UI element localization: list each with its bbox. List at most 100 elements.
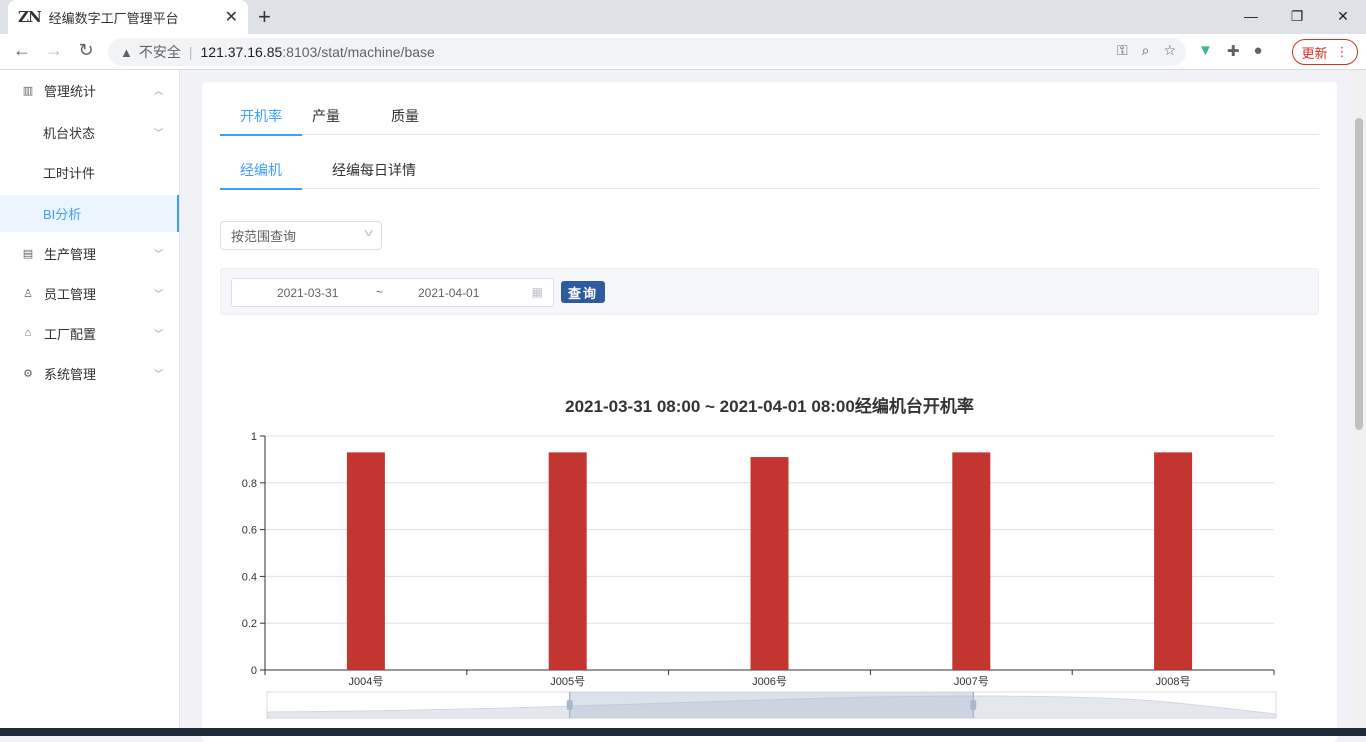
tab-quality[interactable]: 质量 bbox=[357, 98, 429, 135]
y-tick-label: 0.4 bbox=[242, 571, 257, 583]
sidebar-item-label: 生产管理 bbox=[44, 246, 97, 262]
bar bbox=[548, 452, 587, 670]
scrollbar-thumb[interactable] bbox=[1355, 118, 1363, 430]
x-tick-label: J006号 bbox=[752, 675, 787, 688]
sidebar-item-label: 管理统计 bbox=[44, 83, 97, 99]
utilization-bar-chart: 0 0.2 0.4 0.6 0.8 1 J004号 J005号 J006号 J007号 J008号 bbox=[242, 431, 1277, 719]
sidebar: ▥ 管理统计 ︿ 机台状态 ﹀ 工时计件 BI分析 ▤ 生产管理 ﹀ ♙ 员工管… bbox=[0, 70, 180, 736]
os-taskbar bbox=[0, 728, 1366, 736]
chevron-down-icon: ﹀ bbox=[153, 248, 163, 259]
tab-output[interactable]: 产量 bbox=[302, 98, 357, 135]
tab-utilization[interactable]: 开机率 bbox=[220, 98, 302, 136]
tab-title: 经编数字工厂管理平台 bbox=[48, 10, 179, 26]
tab-warp-knitting-machine[interactable]: 经编机 bbox=[220, 152, 302, 190]
date-range-picker[interactable]: 2021-03-31 ~ 2021-04-01 ▦ bbox=[231, 278, 554, 307]
window-controls: — ❐ ✕ bbox=[1228, 0, 1366, 32]
user-icon: ♙ bbox=[23, 287, 33, 300]
new-tab-icon[interactable]: + bbox=[258, 4, 271, 30]
extensions-puzzle-icon[interactable]: ✚ bbox=[1227, 42, 1240, 60]
minimize-icon[interactable]: — bbox=[1228, 0, 1274, 32]
y-tick-label: 0.8 bbox=[242, 478, 257, 490]
y-tick-label: 0.2 bbox=[242, 618, 257, 630]
more-menu-icon: ⋮ bbox=[1335, 44, 1349, 59]
query-button[interactable]: 查询 bbox=[561, 281, 605, 303]
sidebar-item-label: 员工管理 bbox=[44, 286, 97, 302]
sidebar-item-production[interactable]: ▤ 生产管理 ﹀ bbox=[0, 233, 179, 273]
browser-tab-strip: ZN 经编数字工厂管理平台 ✕ + — ❐ ✕ bbox=[0, 0, 1366, 34]
update-button[interactable]: 更新 ⋮ bbox=[1292, 39, 1358, 65]
bar bbox=[750, 457, 789, 670]
x-tick-label: J005号 bbox=[550, 675, 585, 688]
chevron-down-icon: ﹀ bbox=[153, 288, 163, 299]
bar bbox=[346, 452, 385, 670]
profile-avatar-icon[interactable]: ● bbox=[1253, 42, 1262, 60]
bookmark-star-icon[interactable]: ☆ bbox=[1163, 42, 1176, 59]
warning-icon[interactable]: ▲ bbox=[120, 45, 133, 60]
end-date[interactable]: 2021-04-01 bbox=[418, 286, 479, 300]
bar-chart-icon: ▥ bbox=[22, 84, 34, 97]
zoom-slider-handle-grip bbox=[566, 700, 573, 710]
y-tick-label: 0 bbox=[251, 665, 257, 677]
zoom-slider-handle-grip bbox=[970, 700, 977, 710]
url-path: :8103/stat/machine/base bbox=[282, 44, 435, 60]
chart-title: 2021-03-31 08:00 ~ 2021-04-01 08:00经编机台开… bbox=[565, 397, 974, 416]
reload-icon[interactable]: ↻ bbox=[74, 40, 98, 61]
forward-icon[interactable]: → bbox=[42, 40, 66, 61]
browser-toolbar: ← → ↻ ▲ 不安全 | 121.37.16.85:8103/stat/mac… bbox=[0, 34, 1366, 70]
sidebar-item-label: 工厂配置 bbox=[44, 326, 97, 342]
bar bbox=[952, 452, 991, 670]
y-tick-label: 1 bbox=[251, 431, 257, 443]
sidebar-item-label: 系统管理 bbox=[44, 366, 97, 382]
vue-devtools-icon[interactable]: ▼ bbox=[1198, 42, 1213, 60]
bar bbox=[1154, 452, 1193, 670]
sidebar-item-piecework[interactable]: 工时计件 bbox=[0, 152, 179, 192]
page-scrollbar[interactable] bbox=[1352, 70, 1366, 730]
extension-icons: ▼ ✚ ● bbox=[1198, 42, 1263, 60]
sidebar-item-factory-config[interactable]: ⌂ 工厂配置 ﹀ bbox=[0, 313, 179, 353]
sidebar-item-machine-status[interactable]: 机台状态 ﹀ bbox=[0, 112, 179, 152]
chevron-down-icon: ﹀ bbox=[153, 127, 163, 138]
address-bar[interactable]: ▲ 不安全 | 121.37.16.85:8103/stat/machine/b… bbox=[108, 38, 1186, 66]
sidebar-item-employees[interactable]: ♙ 员工管理 ﹀ bbox=[0, 273, 179, 313]
start-date[interactable]: 2021-03-31 bbox=[277, 286, 338, 300]
sidebar-item-label: 工时计件 bbox=[43, 165, 96, 181]
query-mode-select[interactable]: 按范围查询 v bbox=[220, 221, 382, 250]
url-host: 121.37.16.85 bbox=[200, 44, 283, 60]
document-icon: ▤ bbox=[22, 247, 34, 260]
x-tick-label: J007号 bbox=[954, 675, 989, 688]
sidebar-item-bi-analysis[interactable]: BI分析 bbox=[0, 195, 179, 232]
date-separator: ~ bbox=[376, 285, 384, 299]
select-value: 按范围查询 bbox=[231, 229, 297, 244]
sidebar-item-system[interactable]: ⚙ 系统管理 ﹀ bbox=[0, 353, 179, 393]
zoom-slider-window bbox=[569, 692, 974, 718]
site-favicon: ZN bbox=[18, 8, 42, 26]
calendar-icon[interactable]: ▦ bbox=[532, 285, 543, 299]
sidebar-item-label: 机台状态 bbox=[43, 125, 96, 141]
restore-icon[interactable]: ❐ bbox=[1274, 0, 1320, 32]
browser-tab[interactable]: ZN 经编数字工厂管理平台 ✕ bbox=[8, 0, 248, 34]
back-icon[interactable]: ← bbox=[10, 40, 34, 61]
main-panel: 开机率 产量 质量 经编机 经编每日详情 按范围查询 v 2021-03-31 … bbox=[202, 82, 1337, 742]
gear-icon: ⚙ bbox=[23, 367, 33, 380]
divider: | bbox=[188, 44, 193, 60]
key-icon[interactable]: ⚿ bbox=[1117, 42, 1128, 59]
chevron-down-icon: ﹀ bbox=[153, 368, 163, 379]
security-label: 不安全 bbox=[138, 44, 181, 60]
x-tick-label: J008号 bbox=[1156, 675, 1191, 688]
chevron-up-icon: ︿ bbox=[153, 85, 163, 96]
x-tick-label: J004号 bbox=[348, 675, 383, 688]
top-tabs: 开机率 产量 质量 bbox=[220, 98, 1319, 136]
zoom-icon[interactable]: ⌕ bbox=[1142, 42, 1150, 59]
y-tick-label: 0.6 bbox=[242, 525, 257, 537]
chevron-down-icon: ﹀ bbox=[153, 328, 163, 339]
sidebar-item-label: BI分析 bbox=[43, 207, 82, 222]
address-bar-icons: ⚿ ⌕ ☆ bbox=[1117, 42, 1176, 59]
tab-daily-detail[interactable]: 经编每日详情 bbox=[302, 152, 426, 189]
sub-tabs: 经编机 经编每日详情 bbox=[220, 152, 1319, 190]
sidebar-item-management-stats[interactable]: ▥ 管理统计 ︿ bbox=[0, 70, 179, 110]
factory-icon: ⌂ bbox=[24, 327, 32, 339]
chevron-down-icon: v bbox=[363, 227, 373, 239]
close-tab-icon[interactable]: ✕ bbox=[225, 7, 238, 27]
window-close-icon[interactable]: ✕ bbox=[1320, 0, 1366, 32]
update-label: 更新 bbox=[1301, 45, 1328, 61]
